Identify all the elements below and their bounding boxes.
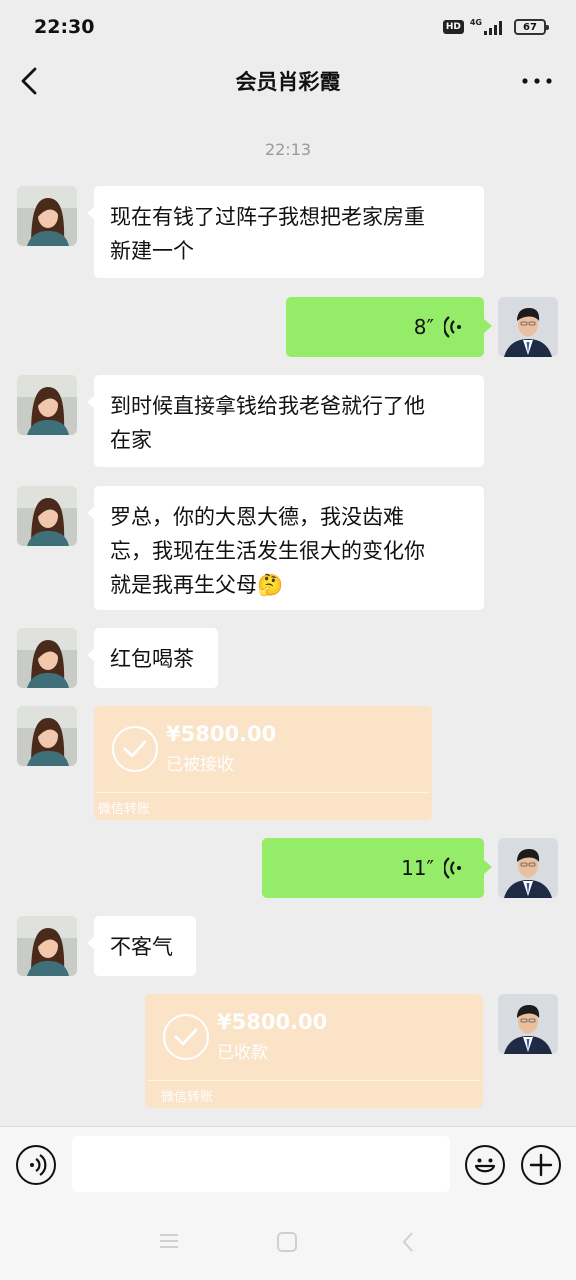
message-text-line: 不客气 xyxy=(110,935,173,959)
contact-avatar[interactable] xyxy=(17,706,77,766)
message-text-line: 红包喝茶 xyxy=(110,647,194,671)
transfer-status: 已收款 xyxy=(217,1043,268,1063)
more-button[interactable] xyxy=(520,68,554,94)
more-dots-icon xyxy=(522,78,552,84)
transfer-amount: ¥5800.00 xyxy=(166,722,277,746)
input-bar xyxy=(0,1126,576,1202)
message-bubble[interactable]: 现在有钱了过阵子我想把老家房重 新建一个 xyxy=(87,186,484,278)
my-avatar[interactable] xyxy=(498,994,558,1054)
transfer-divider xyxy=(96,792,430,793)
back-key-icon[interactable] xyxy=(400,1231,416,1253)
chat-header: 会员肖彩霞 xyxy=(0,54,576,108)
message-input[interactable] xyxy=(72,1136,450,1192)
menu-key-icon[interactable] xyxy=(158,1232,180,1250)
contact-avatar[interactable] xyxy=(17,486,77,546)
emoji-button[interactable] xyxy=(465,1145,505,1185)
voice-duration: 8″ xyxy=(413,315,434,339)
transfer-label: 微信转账 xyxy=(98,802,151,817)
message-bubble[interactable]: 不客气 xyxy=(87,916,196,976)
message-text-line: 在家 xyxy=(110,428,152,452)
message-bubble[interactable]: 红包喝茶 xyxy=(87,628,218,688)
emoji-icon xyxy=(474,1158,496,1173)
transfer-status: 已被接收 xyxy=(166,755,234,775)
plus-button[interactable] xyxy=(521,1145,561,1185)
message-bubble[interactable]: 到时候直接拿钱给我老爸就行了他 在家 xyxy=(87,375,484,467)
network-type: 4G xyxy=(469,18,482,27)
battery-level: 67 xyxy=(523,21,537,33)
voice-wave-icon xyxy=(444,857,461,879)
contact-avatar[interactable] xyxy=(17,375,77,435)
battery-icon: 67 xyxy=(514,19,549,35)
message-text-line: 到时候直接拿钱给我老爸就行了他 xyxy=(110,394,425,418)
plus-icon xyxy=(529,1153,553,1177)
message-text-line: 就是我再生父母🤔 xyxy=(110,573,284,597)
contact-avatar[interactable] xyxy=(17,186,77,246)
system-nav-bar xyxy=(0,1202,576,1280)
voice-message[interactable]: 8″ xyxy=(286,297,492,357)
chevron-left-icon xyxy=(21,67,37,95)
voice-mode-button[interactable] xyxy=(16,1145,56,1185)
transfer-card[interactable]: ¥5800.00 已收款 微信转账 xyxy=(145,994,483,1108)
transfer-amount: ¥5800.00 xyxy=(217,1010,328,1034)
back-button[interactable] xyxy=(16,64,46,98)
message-bubble[interactable]: 罗总，你的大恩大德，我没齿难 忘，我现在生活发生很大的变化你 就是我再生父母🤔 xyxy=(87,486,484,610)
chat-title: 会员肖彩霞 xyxy=(235,70,341,94)
message-text-line: 罗总，你的大恩大德，我没齿难 xyxy=(110,505,404,529)
voice-duration: 11″ xyxy=(401,856,434,880)
status-time: 22:30 xyxy=(34,16,95,38)
hd-badge: HD xyxy=(442,20,464,34)
check-circle-icon xyxy=(112,726,158,772)
home-key-icon[interactable] xyxy=(276,1231,298,1253)
status-icons: HD 4G 67 xyxy=(442,19,549,35)
contact-avatar[interactable] xyxy=(17,916,77,976)
transfer-divider xyxy=(147,1080,481,1081)
my-avatar[interactable] xyxy=(498,297,558,357)
transfer-card[interactable]: ¥5800.00 已被接收 微信转账 xyxy=(94,706,432,820)
message-text-line: 新建一个 xyxy=(110,239,194,263)
voice-mode-icon xyxy=(30,1154,47,1176)
voice-message[interactable]: 11″ xyxy=(262,838,492,898)
signal-icon: 4G xyxy=(470,19,502,35)
contact-avatar[interactable] xyxy=(17,628,77,688)
message-text-line: 现在有钱了过阵子我想把老家房重 xyxy=(110,205,425,229)
my-avatar[interactable] xyxy=(498,838,558,898)
voice-wave-icon xyxy=(444,316,461,338)
check-circle-icon xyxy=(163,1014,209,1060)
transfer-label: 微信转账 xyxy=(161,1090,214,1105)
message-text-line: 忘，我现在生活发生很大的变化你 xyxy=(110,539,425,563)
chat-timestamp: 22:13 xyxy=(264,140,312,159)
status-bar: 22:30 HD 4G 67 xyxy=(0,0,576,54)
